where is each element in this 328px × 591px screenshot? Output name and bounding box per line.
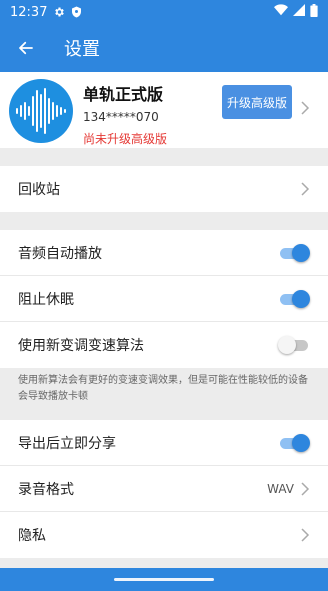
profile-card[interactable]: 单轨正式版 134*****070 尚未升级高级版 升级高级版 — [0, 72, 328, 148]
page-title: 设置 — [64, 39, 100, 60]
export-share-toggle[interactable] — [280, 433, 310, 453]
profile-name: 单轨正式版 — [83, 85, 164, 104]
algorithm-note: 使用新算法会有更好的变速变调效果，但是可能在性能较低的设备会导致播放卡顿 — [18, 375, 308, 402]
app-bar: 设置 — [0, 24, 328, 72]
new-algorithm-row[interactable]: 使用新变调变速算法 — [0, 322, 328, 368]
prevent-sleep-toggle[interactable] — [280, 289, 310, 309]
back-button[interactable] — [0, 24, 52, 72]
home-gesture-handle[interactable] — [114, 578, 214, 581]
chevron-right-icon — [300, 527, 310, 543]
wifi-icon — [274, 4, 288, 20]
system-nav-bar — [0, 568, 328, 591]
privacy-row[interactable]: 隐私 — [0, 512, 328, 558]
app-logo-icon — [9, 79, 73, 143]
profile-status: 尚未升级高级版 — [83, 132, 168, 146]
status-bar: 12:37 — [0, 0, 328, 24]
auto-play-label: 音频自动播放 — [18, 245, 102, 262]
battery-icon — [310, 3, 318, 21]
playback-section: 音频自动播放 阻止休眠 使用新变调变速算法 — [0, 230, 328, 368]
export-share-row[interactable]: 导出后立即分享 — [0, 420, 328, 466]
status-time: 12:37 — [10, 4, 48, 20]
recycle-section: 回收站 — [0, 166, 328, 212]
signal-icon — [293, 4, 305, 20]
chevron-right-icon — [300, 181, 310, 197]
recycle-bin-row[interactable]: 回收站 — [0, 166, 328, 212]
record-format-value: WAV — [267, 481, 294, 496]
profile-phone: 134*****070 — [83, 110, 159, 124]
export-section: 导出后立即分享 录音格式 WAV 隐私 — [0, 420, 328, 558]
prevent-sleep-label: 阻止休眠 — [18, 291, 74, 308]
new-algorithm-label: 使用新变调变速算法 — [18, 338, 144, 354]
auto-play-row[interactable]: 音频自动播放 — [0, 230, 328, 276]
upgrade-button[interactable]: 升级高级版 — [222, 85, 292, 119]
export-share-label: 导出后立即分享 — [18, 435, 116, 452]
gear-icon — [53, 6, 65, 18]
shield-icon — [71, 6, 82, 18]
new-algorithm-toggle[interactable] — [278, 335, 310, 355]
prevent-sleep-row[interactable]: 阻止休眠 — [0, 276, 328, 322]
privacy-label: 隐私 — [18, 528, 46, 544]
recycle-bin-label: 回收站 — [18, 182, 60, 198]
chevron-right-icon — [300, 100, 310, 120]
auto-play-toggle[interactable] — [280, 243, 310, 263]
record-format-row[interactable]: 录音格式 WAV — [0, 466, 328, 512]
record-format-label: 录音格式 — [18, 481, 74, 498]
chevron-right-icon — [300, 481, 310, 497]
arrow-left-icon — [19, 41, 33, 55]
